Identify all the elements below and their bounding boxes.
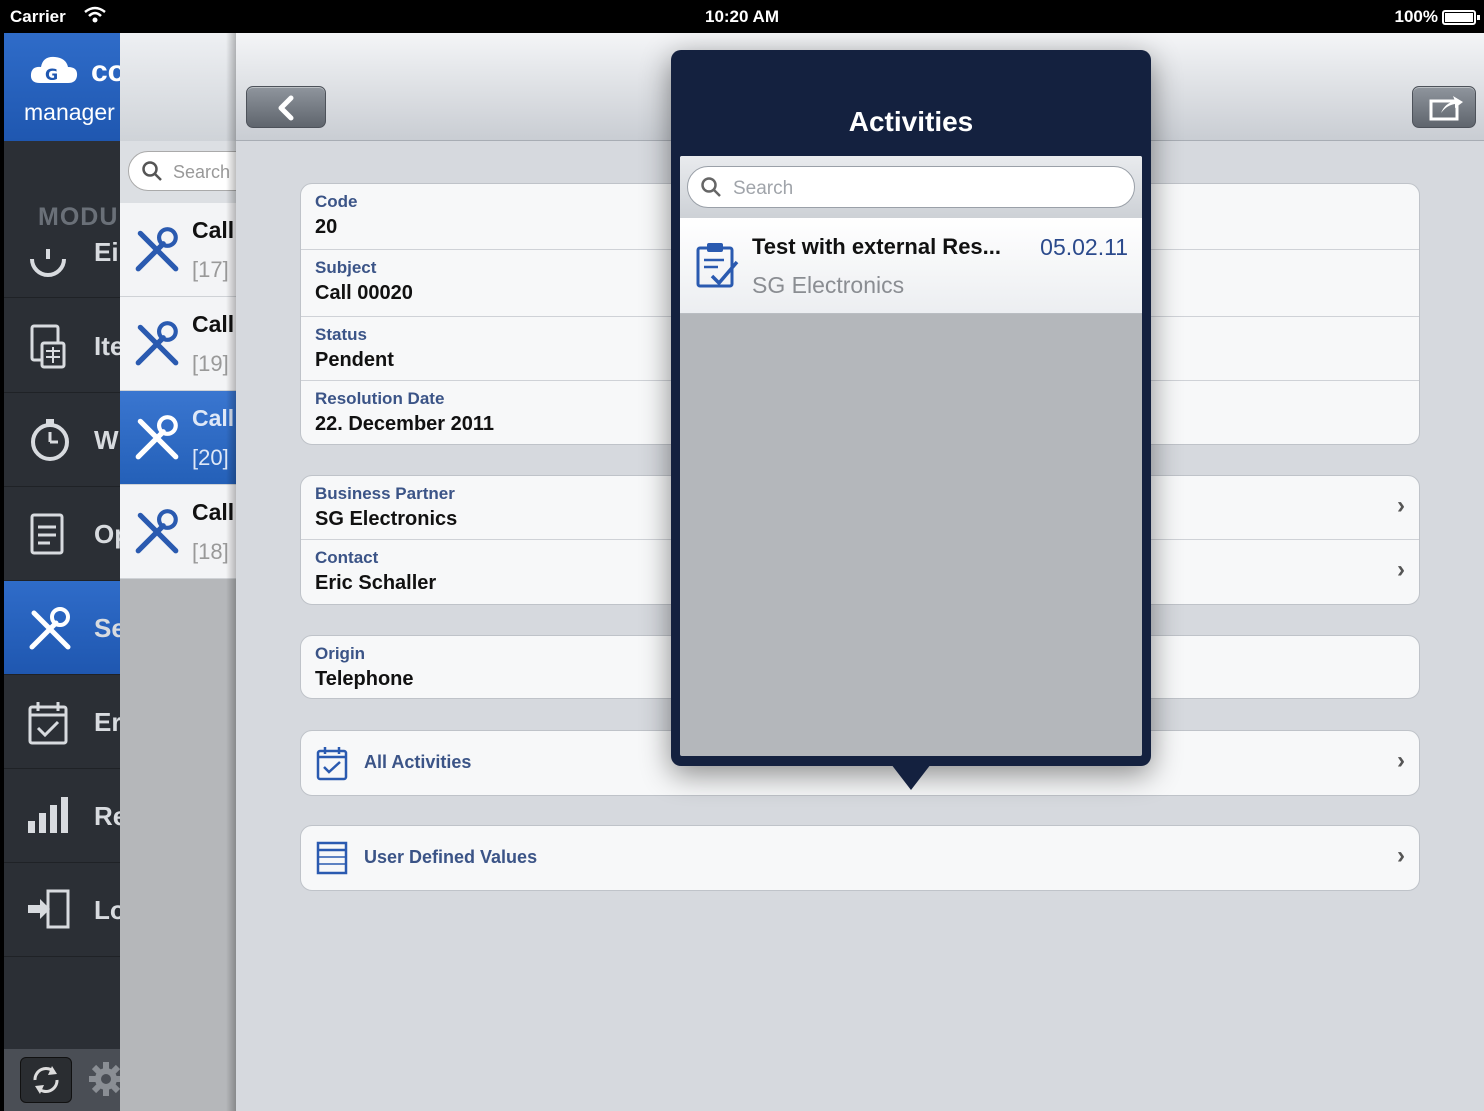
service-call-icon <box>132 319 182 374</box>
clipboard-check-icon <box>694 240 740 295</box>
chevron-right-icon: › <box>1397 556 1405 583</box>
field-label: Contact <box>315 548 379 567</box>
popover-title: Activities <box>848 106 974 137</box>
calls-search-input[interactable]: Search <box>128 151 236 191</box>
call-row-selected[interactable]: Call [20] <box>120 391 236 485</box>
search-icon <box>700 176 722 203</box>
activity-title: Test with external Res... <box>752 234 1002 259</box>
sync-button[interactable] <box>20 1057 72 1103</box>
back-button[interactable] <box>246 86 326 128</box>
user-defined-values-link[interactable]: User Defined Values › <box>301 826 1419 890</box>
cloud-logo-icon: G <box>28 53 80 92</box>
call-row[interactable]: Call [19] <box>120 297 236 391</box>
list-header <box>120 33 236 141</box>
field-label: Status <box>315 325 367 344</box>
call-number: [20] <box>192 445 229 470</box>
module-label: Se <box>94 613 120 643</box>
module-item-5[interactable]: Er <box>4 675 120 769</box>
call-number: [19] <box>192 351 229 376</box>
logout-icon <box>26 887 74 935</box>
module-label: W <box>94 425 119 455</box>
activity-row[interactable]: Test with external Res... 05.02.11 SG El… <box>680 218 1142 314</box>
status-bar: Carrier 10:20 AM 100% <box>0 0 1484 33</box>
search-icon <box>141 160 163 187</box>
module-item-6[interactable]: Re <box>4 769 120 863</box>
chevron-right-icon: › <box>1397 842 1405 869</box>
share-icon <box>1429 96 1463 121</box>
field-value: 20 <box>315 216 338 238</box>
user-defined-values-row[interactable]: User Defined Values › <box>300 825 1420 891</box>
brand-subtitle: manager <box>24 99 115 125</box>
gear-icon[interactable] <box>84 1057 120 1106</box>
chevron-right-icon: › <box>1397 492 1405 519</box>
module-item-3[interactable]: Op <box>4 487 120 581</box>
module-item-1[interactable]: Ite <box>4 299 120 393</box>
module-label: Lo <box>94 895 120 925</box>
field-value: Telephone <box>315 668 414 690</box>
module-item-2[interactable]: W <box>4 393 120 487</box>
table-icon <box>315 840 349 881</box>
service-icon <box>26 605 74 653</box>
module-item-0[interactable]: Ei <box>4 223 120 298</box>
battery-percent: 100% <box>1394 7 1438 26</box>
field-value: SG Electronics <box>315 508 458 530</box>
share-button[interactable] <box>1412 86 1476 128</box>
battery-icon <box>1442 10 1480 25</box>
link-label: User Defined Values <box>364 847 538 867</box>
call-row[interactable]: Call [17] <box>120 203 236 297</box>
call-number: [18] <box>192 539 229 564</box>
module-item-7[interactable]: Lo <box>4 863 120 957</box>
field-value: Eric Schaller <box>315 572 437 594</box>
field-value: Pendent <box>315 349 394 371</box>
service-call-icon <box>132 507 182 562</box>
calendar-check-icon <box>315 745 349 786</box>
app-brand: G co manager <box>4 33 120 141</box>
call-number: [17] <box>192 257 229 282</box>
sidebar-footer <box>4 1049 120 1111</box>
module-label: Ei <box>94 237 119 267</box>
field-label: Business Partner <box>315 484 455 503</box>
activities-popover: Activities Search Test with external Res… <box>671 50 1151 790</box>
activity-subtitle: SG Electronics <box>752 272 905 298</box>
search-placeholder: Search <box>733 178 794 199</box>
reports-icon <box>26 793 74 841</box>
sync-icon <box>33 1066 59 1094</box>
call-row[interactable]: Call [18] <box>120 485 236 579</box>
module-label: Op <box>94 519 120 549</box>
clock: 10:20 AM <box>704 7 779 26</box>
service-call-icon <box>132 225 182 280</box>
module-label: Ite <box>94 331 120 361</box>
activity-date: 05.02.11 <box>1040 234 1128 260</box>
module-label: Er <box>94 707 120 737</box>
popover-arrow <box>891 764 931 790</box>
calls-list-panel: Search Call [17] Call [19] Call [20] Cal… <box>120 33 236 1111</box>
search-placeholder: Search <box>173 162 231 182</box>
field-label: Origin <box>315 644 366 663</box>
list-search-bar: Search <box>120 141 236 203</box>
module-item-4[interactable]: Se <box>4 581 120 675</box>
panel-shadow <box>226 33 236 1111</box>
svg-text:G: G <box>45 65 58 84</box>
dashboard-icon <box>26 235 74 283</box>
field-label: Resolution Date <box>315 389 445 408</box>
clock-icon <box>26 417 74 465</box>
calendar-icon <box>26 699 74 747</box>
brand-name: co <box>91 55 120 88</box>
opportunities-icon <box>26 511 74 559</box>
activities-search-input[interactable]: Search <box>687 166 1135 208</box>
module-label: Re <box>94 801 120 831</box>
field-value: Call 00020 <box>315 282 413 304</box>
popover-body: Search Test with external Res... 05.02.1… <box>680 156 1142 756</box>
chevron-left-icon <box>278 95 294 121</box>
items-icon <box>26 323 74 371</box>
field-value: 22. December 2011 <box>315 413 495 435</box>
chevron-right-icon: › <box>1397 747 1405 774</box>
service-call-icon <box>132 413 182 468</box>
link-label: All Activities <box>364 752 472 772</box>
popover-search-bar: Search <box>680 156 1142 218</box>
field-label: Subject <box>315 258 377 277</box>
module-sidebar: G co manager MODU Ei Ite W Op Se <box>4 33 120 1111</box>
field-label: Code <box>315 192 358 211</box>
